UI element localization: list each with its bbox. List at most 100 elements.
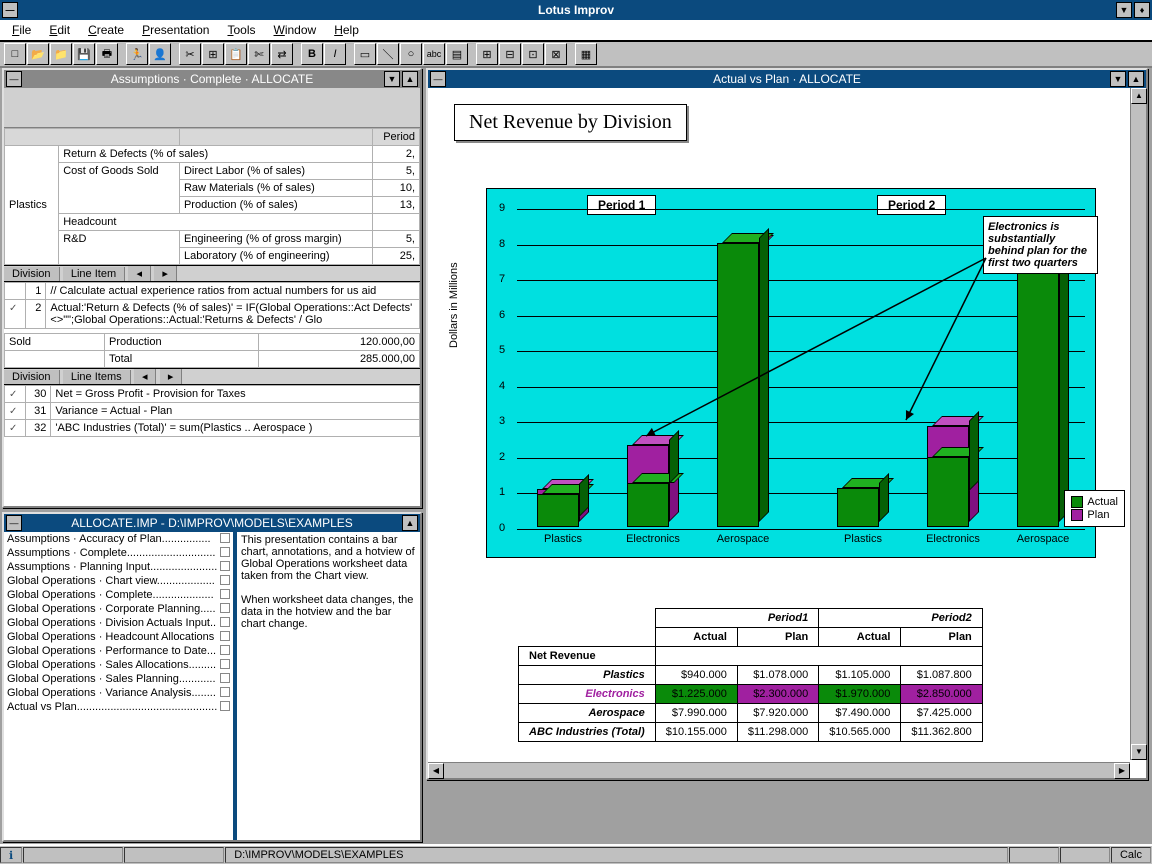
menu-file[interactable]: File <box>4 21 39 39</box>
list-item[interactable]: Global Operations · Variance Analysis...… <box>4 686 233 700</box>
scroll-right-icon[interactable]: ▶ <box>1114 763 1130 779</box>
tile3-icon[interactable]: ⊡ <box>522 43 544 65</box>
maximize-icon[interactable]: ▲ <box>402 515 418 531</box>
chart-bar <box>627 445 669 527</box>
formula-list-1[interactable]: 1// Calculate actual experience ratios f… <box>4 282 420 329</box>
info-icon[interactable]: ℹ <box>0 847 22 863</box>
maximize-icon[interactable]: ♦ <box>1134 2 1150 18</box>
x-tick-label: Plastics <box>527 533 599 545</box>
section-label: Net Revenue <box>519 647 656 666</box>
table-row[interactable]: ABC Industries (Total)$10.155.000$11.298… <box>519 723 983 742</box>
app-titlebar: — Lotus Improv ▼ ♦ <box>0 0 1152 20</box>
line-icon[interactable]: ＼ <box>377 43 399 65</box>
open-icon[interactable]: 📂 <box>27 43 49 65</box>
text-icon[interactable]: abc <box>423 43 445 65</box>
cut-icon[interactable]: ✂ <box>179 43 201 65</box>
next-icon[interactable]: ▸ <box>160 369 183 384</box>
x-tick-label: Electronics <box>917 533 989 545</box>
list-item[interactable]: Global Operations · Chart view..........… <box>4 574 233 588</box>
table-row[interactable]: Plastics$940.000$1.078.000$1.105.000$1.0… <box>519 666 983 685</box>
copy-icon[interactable]: ⊞ <box>202 43 224 65</box>
next-icon[interactable]: ▸ <box>154 266 177 281</box>
paste-icon[interactable]: 📋 <box>225 43 247 65</box>
menu-edit[interactable]: Edit <box>41 21 78 39</box>
italic-icon[interactable]: I <box>324 43 346 65</box>
model-list[interactable]: Assumptions · Accuracy of Plan..........… <box>4 532 237 840</box>
table-row[interactable]: Electronics$1.225.000$2.300.000$1.970.00… <box>519 685 983 704</box>
scroll-left-icon[interactable]: ◀ <box>428 763 444 779</box>
dimension-bar-2[interactable]: Division Line Items ◂ ▸ <box>4 368 420 385</box>
scissors-icon[interactable]: ✄ <box>248 43 270 65</box>
data-table[interactable]: Period1Period2 ActualPlanActualPlan Net … <box>518 608 983 742</box>
window-chart-title[interactable]: — Actual vs Plan · ALLOCATE ▼ ▲ <box>428 70 1146 88</box>
prev-icon[interactable]: ◂ <box>134 369 157 384</box>
dimension-bar-1[interactable]: Division Line Item ◂ ▸ <box>4 265 420 282</box>
open2-icon[interactable]: 📁 <box>50 43 72 65</box>
y-tick-label: 2 <box>499 451 505 463</box>
tile1-icon[interactable]: ⊞ <box>476 43 498 65</box>
table-row[interactable]: Aerospace$7.990.000$7.920.000$7.490.000$… <box>519 704 983 723</box>
window-browser-title[interactable]: — ALLOCATE.IMP - D:\IMPROV\MODELS\EXAMPL… <box>4 514 420 532</box>
list-item[interactable]: Assumptions · Planning Input............… <box>4 560 233 574</box>
minimize-icon[interactable]: ▼ <box>1116 2 1132 18</box>
formula-bar[interactable] <box>4 88 420 128</box>
menu-help[interactable]: Help <box>326 21 367 39</box>
mid-grid[interactable]: SoldProduction120.000,00 Total285.000,00 <box>4 333 420 368</box>
chart-bar <box>717 243 759 527</box>
menu-tools[interactable]: Tools <box>219 21 263 39</box>
status-path: D:\IMPROV\MODELS\EXAMPLES <box>225 847 1008 863</box>
list-item[interactable]: Global Operations · Performance to Date.… <box>4 644 233 658</box>
scrollbar-horizontal[interactable]: ◀ ▶ <box>428 762 1130 778</box>
align-icon[interactable]: ▤ <box>446 43 468 65</box>
sysmenu-icon[interactable]: — <box>6 71 22 87</box>
prev-icon[interactable]: ◂ <box>128 266 151 281</box>
minimize-icon[interactable]: ▼ <box>1110 71 1126 87</box>
list-item[interactable]: Global Operations · Division Actuals Inp… <box>4 616 233 630</box>
minimize-icon[interactable]: ▼ <box>384 71 400 87</box>
print-icon[interactable]: 🖶 <box>96 43 118 65</box>
maximize-icon[interactable]: ▲ <box>402 71 418 87</box>
sysmenu-icon[interactable]: — <box>430 71 446 87</box>
description-pane: This presentation contains a bar chart, … <box>237 532 420 840</box>
grid-icon[interactable]: ▦ <box>575 43 597 65</box>
y-tick-label: 5 <box>499 344 505 356</box>
person-icon[interactable]: 👤 <box>149 43 171 65</box>
sysmenu-icon[interactable]: — <box>2 2 18 18</box>
chart-legend: Actual Plan <box>1064 490 1125 527</box>
menu-create[interactable]: Create <box>80 21 132 39</box>
data-table-container: Period1Period2 ActualPlanActualPlan Net … <box>518 608 983 742</box>
list-item[interactable]: Global Operations · Corporate Planning..… <box>4 602 233 616</box>
oval-icon[interactable]: ○ <box>400 43 422 65</box>
x-tick-label: Aerospace <box>707 533 779 545</box>
list-item[interactable]: Actual vs Plan..........................… <box>4 700 233 714</box>
list-item[interactable]: Global Operations · Sales Allocations...… <box>4 658 233 672</box>
swap-icon[interactable]: ⇄ <box>271 43 293 65</box>
run-icon[interactable]: 🏃 <box>126 43 148 65</box>
rect-icon[interactable]: ▭ <box>354 43 376 65</box>
assumptions-grid[interactable]: Period Plastics Return & Defects (% of s… <box>4 128 420 265</box>
scroll-up-icon[interactable]: ▲ <box>1131 88 1147 104</box>
list-item[interactable]: Assumptions · Accuracy of Plan..........… <box>4 532 233 546</box>
tile2-icon[interactable]: ⊟ <box>499 43 521 65</box>
window-assumptions-title[interactable]: — Assumptions · Complete · ALLOCATE ▼ ▲ <box>4 70 420 88</box>
sysmenu-icon[interactable]: — <box>6 515 22 531</box>
status-calc: Calc <box>1111 847 1151 863</box>
list-item[interactable]: Global Operations · Complete............… <box>4 588 233 602</box>
list-item[interactable]: Global Operations · Headcount Allocation… <box>4 630 233 644</box>
list-item[interactable]: Global Operations · Sales Planning......… <box>4 672 233 686</box>
formula-list-2[interactable]: 30Net = Gross Profit - Provision for Tax… <box>4 385 420 437</box>
bold-icon[interactable]: B <box>301 43 323 65</box>
menu-presentation[interactable]: Presentation <box>134 21 217 39</box>
maximize-icon[interactable]: ▲ <box>1128 71 1144 87</box>
new-icon[interactable]: □ <box>4 43 26 65</box>
x-tick-label: Aerospace <box>1007 533 1079 545</box>
scroll-down-icon[interactable]: ▼ <box>1131 744 1147 760</box>
y-axis-label: Dollars in Millions <box>448 262 460 348</box>
tile4-icon[interactable]: ⊠ <box>545 43 567 65</box>
save-icon[interactable]: 💾 <box>73 43 95 65</box>
y-tick-label: 3 <box>499 415 505 427</box>
y-tick-label: 4 <box>499 380 505 392</box>
list-item[interactable]: Assumptions · Complete..................… <box>4 546 233 560</box>
menu-window[interactable]: Window <box>266 21 325 39</box>
scrollbar-vertical[interactable]: ▲ ▼ <box>1130 88 1146 760</box>
